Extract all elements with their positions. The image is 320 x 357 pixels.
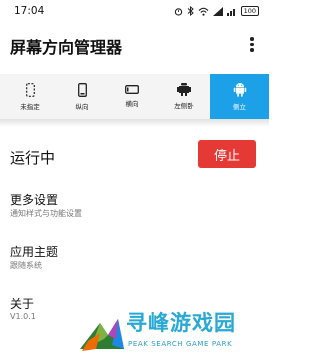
stop-button[interactable]: 停止 [198,140,256,168]
watermark-subtext: PEAK SEARCH GAME PARK [128,340,233,348]
tab-side-stand[interactable]: 侧立 [210,74,269,119]
tab-label: 侧立 [233,103,246,111]
settings-item-subtitle: 跟随系统 [10,261,42,270]
robot-side-icon [177,83,191,96]
signal-icon [212,6,223,16]
settings-item-subtitle: 通知样式与功能设置 [10,209,82,218]
wifi-icon [198,7,208,16]
settings-item-title: 更多设置 [10,193,59,207]
mobile-signal-icon [226,8,235,16]
more-options-icon[interactable] [249,37,255,55]
settings-item-title: 应用主题 [10,245,59,259]
battery-indicator: 100 [240,6,259,16]
watermark: 寻峰游戏园 PEAK SEARCH GAME PARK [78,303,269,357]
settings-item-subtitle: V1.0.1 [10,312,36,321]
status-bar: 17:04 100 [0,0,269,24]
tab-label: 纵向 [75,102,89,111]
status-icons: 100 [174,6,259,16]
tab-unspecified[interactable]: 未指定 [4,74,56,119]
tab-left-side[interactable]: 左侧卧 [158,74,210,119]
bluetooth-icon [187,6,194,16]
settings-item-title: 关于 [10,297,35,311]
status-time: 17:04 [14,5,45,17]
running-status: 运行中 [10,149,56,167]
android-icon [233,83,246,97]
orientation-tabs: 未指定 纵向 横向 左侧卧 侧立 [0,74,269,119]
tab-portrait[interactable]: 纵向 [56,74,108,119]
landscape-phone-icon [125,85,139,94]
dashed-phone-icon [25,82,35,97]
tab-label: 未指定 [20,102,40,111]
page-title: 屏幕方向管理器 [10,38,123,57]
tab-label: 左侧卧 [174,102,194,110]
tab-landscape[interactable]: 横向 [106,74,158,119]
watermark-text: 寻峰游戏园 [126,311,236,335]
app-bar: 屏幕方向管理器 [0,24,269,68]
tabs-shadow [0,119,269,127]
tab-label: 横向 [125,100,139,108]
alarm-icon [174,7,182,16]
watermark-logo [80,319,124,351]
portrait-phone-icon [77,82,87,97]
